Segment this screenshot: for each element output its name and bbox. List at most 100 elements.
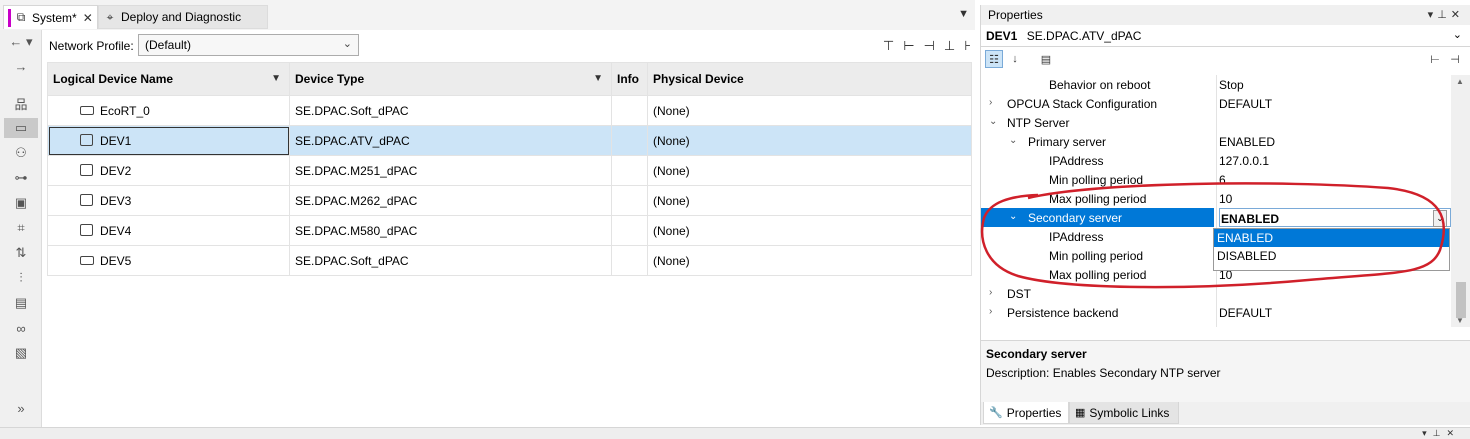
device-type-cell[interactable]: SE.DPAC.ATV_dPAC — [289, 125, 612, 156]
col-logical-device-name[interactable]: Logical Device Name ▼ — [47, 62, 290, 96]
property-pages-icon[interactable]: ▤ — [1037, 50, 1055, 68]
network-profile-select[interactable]: (Default) ⌄ — [138, 34, 359, 56]
panel-controls: ▾⊥✕ — [1422, 428, 1460, 439]
tree-expand-icon[interactable]: ⊤ — [883, 38, 894, 54]
col-info[interactable]: Info — [611, 62, 648, 96]
option-enabled[interactable]: ENABLED — [1214, 229, 1449, 247]
sort-alpha-icon[interactable]: ↓ — [1006, 50, 1024, 68]
physical-device-cell[interactable]: (None) — [647, 215, 972, 246]
device-name-cell[interactable]: DEV3 — [47, 185, 290, 216]
property-value[interactable]: 127.0.0.1 — [1219, 151, 1451, 170]
property-value[interactable]: Stop — [1219, 75, 1451, 94]
device-type-cell[interactable]: SE.DPAC.Soft_dPAC — [289, 245, 612, 276]
physical-device-cell[interactable]: (None) — [647, 125, 972, 156]
device-type-cell[interactable]: SE.DPAC.M580_dPAC — [289, 215, 612, 246]
physical-device-cell[interactable]: (None) — [647, 95, 972, 126]
dropdown-button[interactable]: ⌄ — [1433, 210, 1447, 227]
tree-down-icon[interactable]: ⊦ — [964, 38, 971, 54]
info-cell[interactable] — [611, 215, 648, 246]
property-scrollbar[interactable]: ▲ ▼ — [1451, 75, 1470, 327]
tab-symbolic-links[interactable]: ▦ Symbolic Links — [1069, 402, 1179, 424]
hierarchy-icon[interactable]: 品 — [4, 93, 38, 113]
table-row[interactable]: DEV3 SE.DPAC.M262_dPAC (None) — [47, 185, 972, 216]
filter-icon[interactable]: ▼ — [593, 73, 603, 84]
table-row[interactable]: DEV2 SE.DPAC.M251_dPAC (None) — [47, 155, 972, 186]
io-icon[interactable]: ▣ — [4, 193, 38, 213]
info-cell[interactable] — [611, 125, 648, 156]
devices-icon[interactable]: ▭ — [4, 118, 38, 138]
device-type-cell[interactable]: SE.DPAC.Soft_dPAC — [289, 95, 612, 126]
device-name: DEV3 — [100, 193, 132, 208]
network-profile-value: (Default) — [145, 38, 192, 52]
option-disabled[interactable]: DISABLED — [1214, 247, 1449, 265]
link-icon[interactable]: ∞ — [4, 318, 38, 338]
property-value-editor[interactable]: ENABLED — [1219, 208, 1451, 227]
dropdown-icon[interactable]: ▾ — [1422, 428, 1433, 438]
device-type-cell[interactable]: SE.DPAC.M251_dPAC — [289, 155, 612, 186]
device-name-cell[interactable]: DEV4 — [47, 215, 290, 246]
physical-device-cell[interactable]: (None) — [647, 155, 972, 186]
dropdown-icon[interactable]: ▾ — [1428, 9, 1438, 21]
settings-sliders-icon[interactable]: ⫶ — [4, 268, 38, 288]
collapse-all-icon[interactable]: ⊣ — [1446, 50, 1464, 68]
pin-icon[interactable]: ⊥ — [1437, 9, 1451, 21]
properties-title: Properties — [988, 8, 1043, 22]
info-cell[interactable] — [611, 155, 648, 186]
col-device-type[interactable]: Device Type ▼ — [289, 62, 612, 96]
property-value[interactable]: DEFAULT — [1219, 94, 1451, 113]
chevron-down-icon[interactable]: ⌄ — [1009, 211, 1017, 222]
device-name-cell[interactable]: EcoRT_0 — [47, 95, 290, 126]
tab-system[interactable]: ⧉ System* ✕ — [3, 5, 98, 29]
table-row[interactable]: DEV5 SE.DPAC.Soft_dPAC (None) — [47, 245, 972, 276]
close-icon[interactable]: ✕ — [1451, 9, 1464, 21]
tab-menu-icon[interactable]: ▼ — [958, 8, 969, 20]
report-icon[interactable]: ▧ — [4, 343, 38, 363]
property-value[interactable]: 6 — [1219, 170, 1451, 189]
table-row[interactable]: EcoRT_0 SE.DPAC.Soft_dPAC (None) — [47, 95, 972, 126]
chip-icon[interactable]: ⌗ — [4, 218, 38, 238]
scroll-down-icon[interactable]: ▼ — [1456, 316, 1464, 325]
property-value[interactable] — [1219, 284, 1451, 303]
device-name-cell[interactable]: DEV2 — [47, 155, 290, 186]
scroll-thumb[interactable] — [1456, 282, 1466, 318]
object-selector[interactable]: DEV1 SE.DPAC.ATV_dPAC ⌄ — [981, 25, 1470, 47]
object-name: DEV1 — [986, 29, 1018, 43]
close-icon[interactable]: ✕ — [1446, 428, 1460, 438]
properties-panel: Properties ▾⊥✕ DEV1 SE.DPAC.ATV_dPAC ⌄ ☷… — [980, 5, 1470, 425]
close-icon[interactable]: ✕ — [83, 11, 93, 25]
tree-collapse-icon[interactable]: ⊢ — [903, 38, 914, 54]
tree-sort-icon[interactable]: ⊣ — [924, 38, 935, 54]
tab-deploy-diagnostic[interactable]: ⌖ Deploy and Diagnostic — [98, 5, 268, 29]
table-row[interactable]: DEV1 SE.DPAC.ATV_dPAC (None) — [47, 125, 972, 156]
scroll-up-icon[interactable]: ▲ — [1456, 77, 1464, 86]
filter-icon[interactable]: ▼ — [271, 73, 281, 84]
device-type-cell[interactable]: SE.DPAC.M262_dPAC — [289, 185, 612, 216]
property-value[interactable]: DEFAULT — [1219, 303, 1451, 322]
properties-bottom-tabs: 🔧 Properties ▦ Symbolic Links — [981, 402, 1470, 425]
categorized-icon[interactable]: ☷ — [985, 50, 1003, 68]
device-name-cell[interactable]: DEV1 — [47, 125, 290, 156]
physical-device-cell[interactable]: (None) — [647, 185, 972, 216]
expand-more-icon[interactable]: » — [4, 398, 38, 418]
property-value[interactable]: ENABLED — [1219, 132, 1451, 151]
pin-icon[interactable]: ⊥ — [1433, 428, 1447, 438]
property-value[interactable] — [1219, 113, 1451, 132]
col-physical-device[interactable]: Physical Device — [647, 62, 972, 96]
column-divider[interactable] — [1216, 75, 1217, 327]
info-cell[interactable] — [611, 245, 648, 276]
table-row[interactable]: DEV4 SE.DPAC.M580_dPAC (None) — [47, 215, 972, 246]
document-icon[interactable]: ▤ — [4, 293, 38, 313]
tab-properties[interactable]: 🔧 Properties — [983, 402, 1069, 424]
topology-icon[interactable]: ⚇ — [4, 143, 38, 163]
property-value[interactable]: 10 — [1219, 189, 1451, 208]
network-icon[interactable]: ⊶ — [4, 168, 38, 188]
expand-all-icon[interactable]: ⊢ — [1426, 50, 1444, 68]
device-name-cell[interactable]: DEV5 — [47, 245, 290, 276]
info-cell[interactable] — [611, 185, 648, 216]
mapping-icon[interactable]: ⇅ — [4, 243, 38, 263]
info-cell[interactable] — [611, 95, 648, 126]
back-arrow-icon[interactable]: ← ▾ — [4, 32, 38, 52]
physical-device-cell[interactable]: (None) — [647, 245, 972, 276]
forward-arrow-icon[interactable]: → — [4, 56, 38, 76]
tree-up-icon[interactable]: ⊥ — [944, 38, 955, 54]
